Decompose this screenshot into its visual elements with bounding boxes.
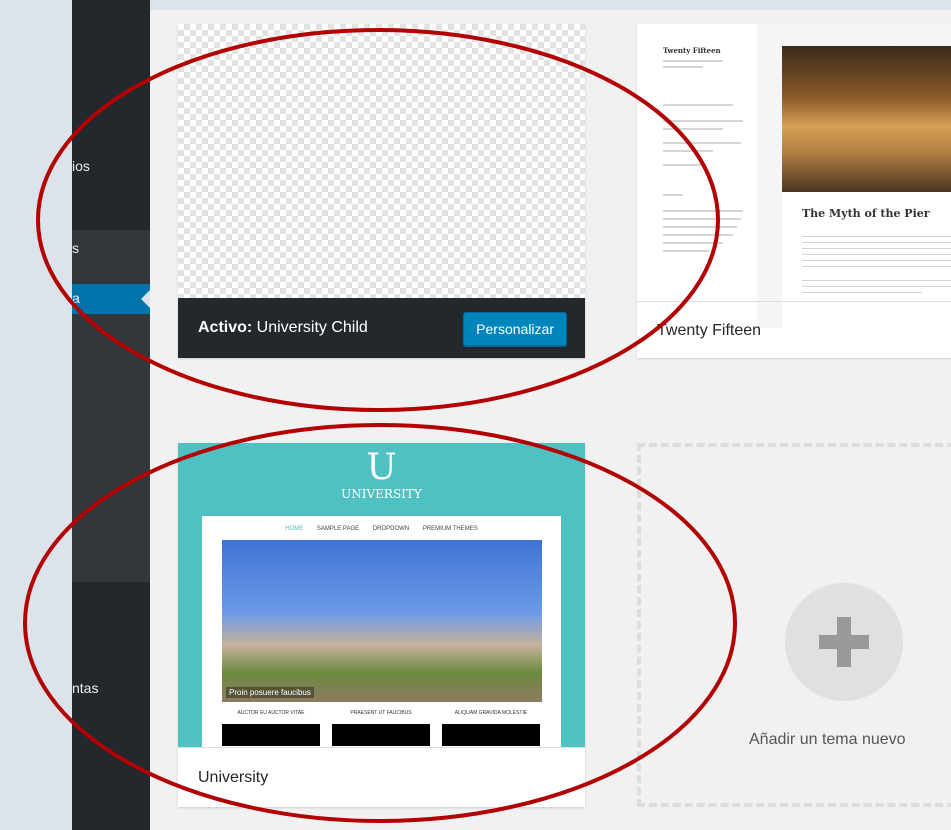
preview-logo: U [366, 447, 397, 488]
theme-card-university[interactable]: U UNIVERSITY HOME SAMPLE PAGE DROPDOWN P… [178, 443, 585, 807]
sidebar-item-label: ntas [72, 680, 99, 696]
theme-name-footer: University [178, 747, 585, 807]
theme-card-twenty-fifteen[interactable]: Twenty Fifteen The Myth of the Pier Twen… [637, 24, 951, 358]
theme-name-footer: Twenty Fifteen [637, 301, 951, 358]
sidebar-item-users[interactable]: s [72, 240, 150, 260]
preview-nav-item: DROPDOWN [372, 526, 410, 532]
preview-nav-item: HOME [285, 526, 304, 532]
sidebar-item-appearance[interactable]: a [72, 284, 150, 314]
preview-column: ALIQUAM GRAVIDA MOLESTIE [442, 710, 540, 746]
preview-column: AUCTOR EU AUCTOR VITAE [222, 710, 320, 746]
preview-caption: Proin posuere faucibus [226, 687, 314, 698]
preview-nav-item: PREMIUM THEMES [422, 526, 478, 532]
current-menu-arrow-icon [141, 290, 150, 308]
admin-sidebar: ios s a ntas [72, 0, 150, 830]
preview-column-title: PRAESENT UT FAUCIBUS [350, 710, 412, 716]
preview-nav: HOME SAMPLE PAGE DROPDOWN PREMIUM THEMES [202, 526, 561, 532]
preview-site-title: Twenty Fifteen [663, 46, 721, 55]
theme-screenshot-placeholder[interactable] [178, 24, 585, 328]
preview-page: HOME SAMPLE PAGE DROPDOWN PREMIUM THEMES… [202, 516, 561, 747]
sidebar-item-plugins[interactable]: ios [72, 158, 150, 178]
sidebar-item-tools[interactable]: ntas [72, 680, 150, 700]
plus-icon[interactable] [785, 583, 903, 701]
sidebar-item-label: s [72, 240, 79, 256]
preview-sidebar: Twenty Fifteen [637, 24, 758, 328]
preview-post-title: The Myth of the Pier [802, 207, 930, 220]
window-left-gutter [0, 0, 72, 830]
active-theme-footer: Activo: University Child Personalizar [178, 298, 585, 358]
preview-main: The Myth of the Pier [757, 24, 951, 328]
preview-column-title: AUCTOR EU AUCTOR VITAE [237, 710, 305, 716]
theme-card-active[interactable]: Activo: University Child Personalizar [178, 24, 585, 358]
theme-screenshot[interactable]: U UNIVERSITY HOME SAMPLE PAGE DROPDOWN P… [178, 443, 585, 747]
sidebar-item-label: ios [72, 158, 90, 174]
customize-button[interactable]: Personalizar [463, 312, 567, 346]
sidebar-submenu [72, 230, 150, 582]
preview-column: PRAESENT UT FAUCIBUS [332, 710, 430, 746]
active-prefix: Activo: [198, 319, 257, 336]
preview-site-name: UNIVERSITY [341, 487, 422, 501]
add-new-theme-label: Añadir un tema nuevo [749, 731, 906, 748]
preview-campus-photo: Proin posuere faucibus [222, 540, 542, 702]
preview-column-title: ALIQUAM GRAVIDA MOLESTIE [454, 710, 528, 716]
sidebar-item-label: a [72, 290, 80, 306]
theme-screenshot[interactable]: Twenty Fifteen The Myth of the Pier [637, 24, 951, 328]
add-new-theme-card[interactable]: Añadir un tema nuevo [637, 443, 951, 807]
preview-nav-item: SAMPLE PAGE [316, 526, 360, 532]
active-theme-name: University Child [256, 319, 368, 336]
preview-pier-photo [782, 46, 951, 192]
